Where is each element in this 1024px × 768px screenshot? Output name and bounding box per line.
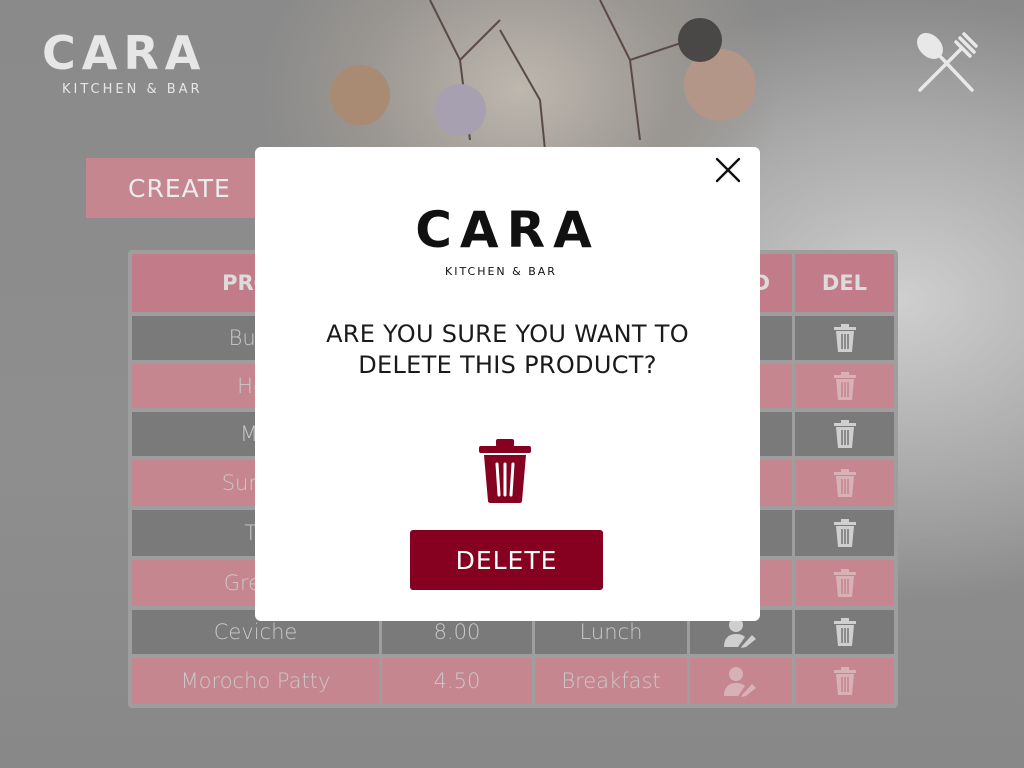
modal-logo: CARA KITCHEN & BAR — [385, 205, 630, 278]
modal-logo-tagline: KITCHEN & BAR — [445, 265, 557, 278]
trash-icon — [479, 439, 531, 503]
modal-logo-wordmark: CARA — [415, 201, 600, 259]
confirm-delete-button[interactable]: DELETE — [410, 530, 603, 590]
delete-confirmation-dialog: CARA KITCHEN & BAR ARE YOU SURE YOU WANT… — [255, 147, 760, 621]
close-icon[interactable] — [714, 156, 742, 184]
confirmation-message: ARE YOU SURE YOU WANT TO DELETE THIS PRO… — [326, 320, 689, 379]
